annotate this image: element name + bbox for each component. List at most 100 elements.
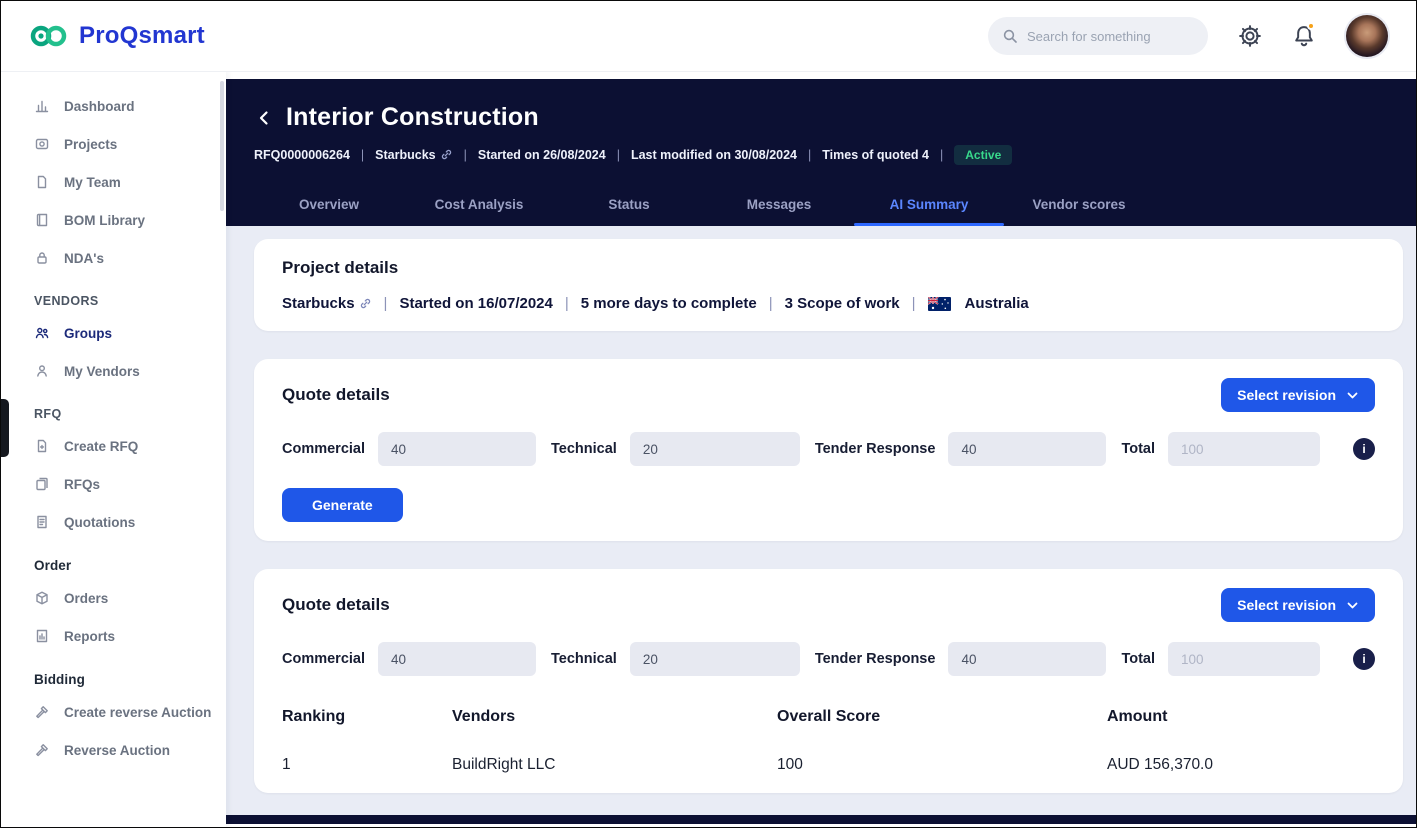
sidebar-item-projects[interactable]: Projects — [1, 125, 226, 163]
search-bar[interactable] — [988, 17, 1208, 55]
sidebar-item-dashboard[interactable]: Dashboard — [1, 87, 226, 125]
document-plus-icon — [34, 438, 50, 454]
lock-icon — [34, 250, 50, 266]
sidebar-item-reverse-auction[interactable]: Reverse Auction — [1, 731, 226, 769]
chevron-left-icon — [254, 108, 274, 128]
sidebar-item-my-team[interactable]: My Team — [1, 163, 226, 201]
tab-messages[interactable]: Messages — [704, 185, 854, 226]
sidebar-item-my-vendors[interactable]: My Vendors — [1, 352, 226, 390]
sidebar-item-reports[interactable]: Reports — [1, 617, 226, 655]
tab-ai-summary[interactable]: AI Summary — [854, 185, 1004, 226]
project-scope: 3 Scope of work — [785, 295, 900, 312]
sidebar-item-label: Orders — [64, 591, 108, 606]
cell-overall-score: 100 — [777, 756, 1107, 774]
commercial-weight-input[interactable] — [378, 432, 536, 466]
card-title: Quote details — [282, 595, 390, 615]
sidebar-section-vendors: VENDORS — [1, 277, 226, 314]
tab-overview[interactable]: Overview — [254, 185, 404, 226]
select-revision-button[interactable]: Select revision — [1221, 378, 1375, 412]
book-icon — [34, 212, 50, 228]
sidebar-item-create-rfq[interactable]: Create RFQ — [1, 427, 226, 465]
sidebar-item-create-reverse-auction[interactable]: Create reverse Auction — [1, 693, 226, 731]
column-header-amount: Amount — [1107, 708, 1375, 726]
field-label: Commercial — [282, 441, 365, 457]
sidebar-item-bom-library[interactable]: BOM Library — [1, 201, 226, 239]
sidebar-scrollbar[interactable] — [220, 81, 224, 211]
column-header-overall-score: Overall Score — [777, 708, 1107, 726]
tab-cost-analysis[interactable]: Cost Analysis — [404, 185, 554, 226]
sidebar-item-label: Dashboard — [64, 99, 135, 114]
field-label: Technical — [551, 651, 617, 667]
project-vendor-link[interactable]: Starbucks — [282, 295, 372, 312]
main-panel: Interior Construction RFQ0000006264 | St… — [226, 79, 1416, 827]
project-meta-row: Starbucks | Started on 16/07/2024 | 5 mo… — [282, 295, 1375, 312]
proqsmart-logo-icon — [29, 22, 69, 50]
cell-vendor: BuildRight LLC — [452, 756, 777, 774]
tab-status[interactable]: Status — [554, 185, 704, 226]
sidebar-section-bidding: Bidding — [1, 655, 226, 693]
bottom-white-strip — [226, 824, 1416, 827]
column-header-ranking: Ranking — [282, 708, 452, 726]
project-started: Started on 16/07/2024 — [399, 295, 552, 312]
table-row: 1 BuildRight LLC 100 AUD 156,370.0 — [282, 756, 1375, 774]
vendor-ranking-table: Ranking Vendors Overall Score Amount 1 B… — [282, 708, 1375, 774]
sidebar: Dashboard Projects My Team BOM Library N… — [1, 71, 226, 827]
info-icon[interactable]: i — [1353, 648, 1375, 670]
field-label: Commercial — [282, 651, 365, 667]
total-weight-input[interactable] — [1168, 432, 1320, 466]
person-icon — [34, 363, 50, 379]
tender-response-weight-input[interactable] — [948, 432, 1106, 466]
topbar-actions — [988, 15, 1388, 57]
user-avatar[interactable] — [1346, 15, 1388, 57]
rfq-modified: Last modified on 30/08/2024 — [631, 148, 797, 162]
sidebar-item-rfqs[interactable]: RFQs — [1, 465, 226, 503]
tab-vendor-scores[interactable]: Vendor scores — [1004, 185, 1154, 226]
project-country: Australia — [965, 295, 1029, 312]
tender-response-weight-input[interactable] — [948, 642, 1106, 676]
quote-document-icon — [34, 514, 50, 530]
rfq-meta-row: RFQ0000006264 | Starbucks | Started on 2… — [254, 145, 1416, 165]
rfq-header: Interior Construction RFQ0000006264 | St… — [226, 79, 1416, 226]
page-title: Interior Construction — [286, 103, 539, 132]
report-chart-icon — [34, 628, 50, 644]
edge-drawer-handle[interactable] — [1, 399, 9, 457]
sidebar-section-rfq: RFQ — [1, 390, 226, 427]
notification-dot-icon — [1307, 22, 1315, 30]
gavel-icon — [34, 742, 50, 758]
rfq-id: RFQ0000006264 — [254, 148, 350, 162]
select-revision-button[interactable]: Select revision — [1221, 588, 1375, 622]
info-icon[interactable]: i — [1353, 438, 1375, 460]
rfq-tabs: Overview Cost Analysis Status Messages A… — [254, 185, 1416, 226]
technical-weight-input[interactable] — [630, 642, 800, 676]
technical-weight-input[interactable] — [630, 432, 800, 466]
chevron-down-icon — [1346, 599, 1359, 612]
sidebar-item-label: Groups — [64, 326, 112, 341]
projects-icon — [34, 136, 50, 152]
sidebar-item-orders[interactable]: Orders — [1, 579, 226, 617]
bottom-dark-strip — [226, 815, 1416, 824]
sidebar-item-ndas[interactable]: NDA's — [1, 239, 226, 277]
generate-button[interactable]: Generate — [282, 488, 403, 522]
brand-name: ProQsmart — [79, 22, 205, 50]
brand-logo[interactable]: ProQsmart — [29, 22, 205, 50]
sidebar-item-label: Reports — [64, 629, 115, 644]
documents-icon — [34, 476, 50, 492]
sidebar-item-label: My Team — [64, 175, 121, 190]
weight-fields-row: Commercial Technical Tender Response Tot… — [282, 642, 1375, 676]
rfq-vendor-link[interactable]: Starbucks — [375, 148, 452, 162]
project-details-card: Project details Starbucks | Started on 1… — [254, 239, 1403, 331]
sidebar-item-groups[interactable]: Groups — [1, 314, 226, 352]
document-icon — [34, 174, 50, 190]
search-input[interactable] — [1027, 29, 1194, 44]
back-button[interactable] — [254, 108, 274, 128]
sidebar-item-label: Quotations — [64, 515, 135, 530]
commercial-weight-input[interactable] — [378, 642, 536, 676]
sidebar-item-quotations[interactable]: Quotations — [1, 503, 226, 541]
gear-icon — [1238, 24, 1262, 48]
content-area: Project details Starbucks | Started on 1… — [226, 226, 1416, 827]
weight-fields-row: Commercial Technical Tender Response Tot… — [282, 432, 1375, 466]
total-weight-input[interactable] — [1168, 642, 1320, 676]
settings-button[interactable] — [1238, 24, 1262, 48]
notifications-button[interactable] — [1292, 24, 1316, 48]
project-days-remaining: 5 more days to complete — [581, 295, 757, 312]
